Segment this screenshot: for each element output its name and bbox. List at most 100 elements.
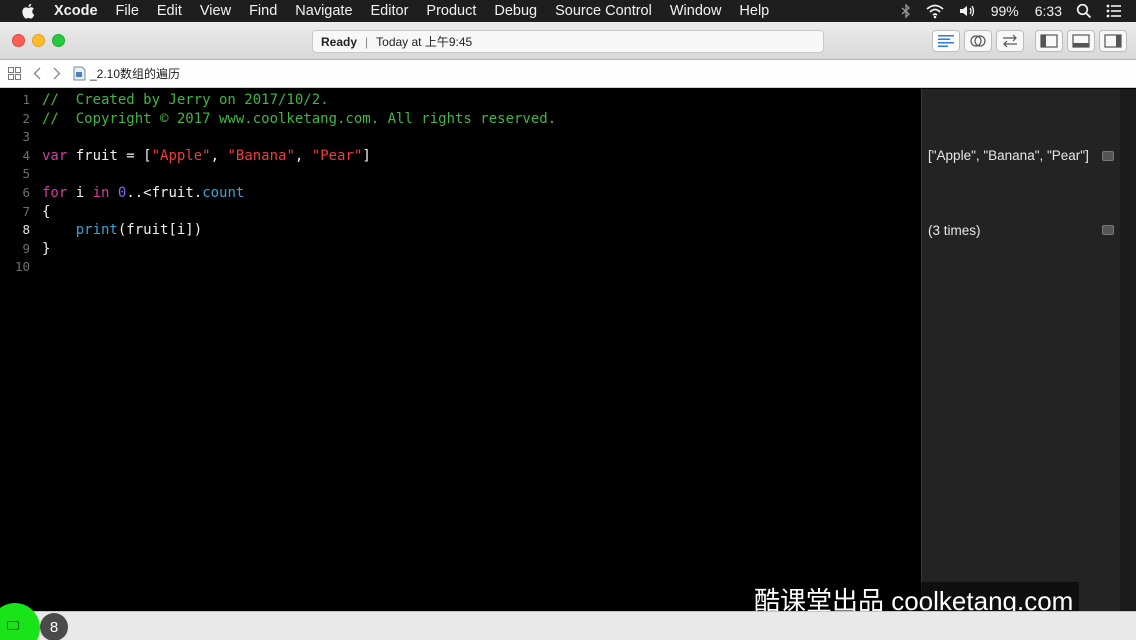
- version-editor-icon: [1003, 34, 1017, 48]
- menu-product[interactable]: Product: [426, 3, 476, 19]
- code-token: i: [67, 185, 93, 201]
- line-number: 8: [22, 222, 30, 238]
- utilities-panel-icon: [1104, 34, 1122, 48]
- code-line[interactable]: 4 var fruit = ["Apple", "Banana", "Pear"]: [0, 147, 920, 165]
- playground-results-sidebar: ["Apple", "Banana", "Pear"] (3 times): [921, 89, 1120, 611]
- code-token: for: [42, 185, 68, 201]
- code-text[interactable]: // Copyright © 2017 www.coolketang.com. …: [42, 110, 556, 128]
- code-line[interactable]: 9}: [0, 240, 920, 258]
- result-row: (3 times): [928, 221, 1120, 239]
- toggle-navigator-button[interactable]: [1035, 30, 1063, 52]
- menu-window[interactable]: Window: [670, 3, 722, 19]
- code-text[interactable]: for i in 0..<fruit.count: [42, 184, 244, 202]
- build-status: Ready: [321, 34, 358, 49]
- line-number: 7: [22, 203, 30, 219]
- menu-bar: Xcode File Edit View Find Navigate Edito…: [0, 0, 1136, 22]
- line-number: 10: [14, 259, 30, 275]
- result-value: (3 times): [928, 222, 981, 238]
- code-line[interactable]: 7{: [0, 203, 920, 221]
- line-number: 6: [22, 185, 30, 200]
- code-text[interactable]: }: [42, 240, 50, 258]
- line-number: 1: [22, 92, 30, 107]
- code-token: "Banana": [227, 147, 295, 164]
- close-window-button[interactable]: [12, 34, 25, 47]
- code-token: ]: [362, 147, 371, 164]
- code-text[interactable]: {: [42, 203, 50, 221]
- quick-look-result-button[interactable]: [1102, 225, 1114, 236]
- wifi-icon[interactable]: [925, 4, 945, 19]
- menu-find[interactable]: Find: [249, 3, 277, 19]
- zoom-window-button[interactable]: [52, 34, 65, 47]
- assistant-editor-button[interactable]: [964, 30, 992, 52]
- code-token: count: [202, 185, 245, 201]
- code-line[interactable]: 8 print(fruit[i]): [0, 221, 920, 239]
- source-editor[interactable]: 1 // Created by Jerry on 2017/10/2. 2 // Co…: [0, 89, 920, 611]
- forward-chevron-icon[interactable]: [53, 67, 61, 80]
- menu-source-control[interactable]: Source Control: [555, 3, 652, 19]
- jump-bar: _2.10数组的遍历: [0, 60, 1136, 88]
- code-token: // Created by Jerry on 2017/10/2.: [42, 92, 329, 108]
- quick-look-result-button[interactable]: [1102, 150, 1114, 161]
- result-value: ["Apple", "Banana", "Pear"]: [928, 148, 1089, 164]
- activity-timestamp: Today at 上午9:45: [376, 35, 473, 49]
- code-token: print: [75, 222, 118, 239]
- code-line[interactable]: 6 for i in 0..<fruit.count: [0, 184, 920, 202]
- menu-editor[interactable]: Editor: [371, 3, 409, 19]
- code-token: {: [42, 203, 51, 220]
- code-line[interactable]: 5: [0, 165, 920, 183]
- line-number: 9: [22, 240, 30, 256]
- menu-view[interactable]: View: [200, 3, 231, 19]
- assistant-editor-icon: [970, 35, 986, 47]
- clock[interactable]: 6:33: [1035, 3, 1062, 19]
- line-number: 4: [22, 147, 30, 163]
- jump-bar-filename[interactable]: _2.10数组的遍历: [90, 65, 180, 82]
- back-chevron-icon[interactable]: [33, 67, 41, 80]
- minimize-window-button[interactable]: [32, 34, 45, 47]
- version-editor-button[interactable]: [996, 30, 1024, 52]
- code-token: var: [42, 147, 68, 164]
- standard-editor-button[interactable]: [932, 30, 960, 52]
- code-token: in: [92, 185, 110, 201]
- menu-help[interactable]: Help: [739, 3, 769, 19]
- volume-icon[interactable]: [959, 4, 977, 18]
- code-token: ..<fruit.: [126, 185, 203, 201]
- toggle-debug-area-button[interactable]: [1067, 30, 1095, 52]
- menu-debug[interactable]: Debug: [494, 3, 537, 19]
- results-scroll-area[interactable]: [1120, 89, 1136, 611]
- debug-area-panel-icon: [1072, 34, 1090, 48]
- code-token: }: [42, 240, 51, 257]
- code-text[interactable]: var fruit = ["Apple", "Banana", "Pear"]: [42, 147, 371, 165]
- code-token: ,: [294, 147, 312, 164]
- code-line[interactable]: 10: [0, 258, 920, 276]
- menu-file[interactable]: File: [116, 3, 139, 19]
- playground-file-icon: [73, 66, 86, 81]
- bluetooth-icon[interactable]: [901, 3, 911, 19]
- navigator-panel-icon: [1040, 34, 1058, 48]
- menu-navigate[interactable]: Navigate: [295, 3, 352, 19]
- code-line[interactable]: 2 // Copyright © 2017 www.coolketang.com.…: [0, 110, 920, 128]
- code-token: // Copyright © 2017 www.coolketang.com. …: [42, 110, 557, 127]
- window-toolbar: Ready | Today at 上午9:45: [0, 22, 1136, 60]
- related-items-grid-icon[interactable]: [8, 67, 21, 80]
- code-line[interactable]: 3: [0, 128, 920, 146]
- toggle-utilities-button[interactable]: [1099, 30, 1127, 52]
- debug-bar: [0, 611, 1136, 640]
- code-text[interactable]: print(fruit[i]): [42, 221, 202, 239]
- menu-app-name[interactable]: Xcode: [54, 3, 98, 19]
- notification-center-icon[interactable]: [1106, 4, 1122, 18]
- menu-edit[interactable]: Edit: [157, 3, 182, 19]
- line-number: 3: [22, 129, 30, 145]
- code-text[interactable]: // Created by Jerry on 2017/10/2.: [42, 91, 329, 109]
- code-token: (fruit[i]): [117, 222, 203, 239]
- menu-extras: 99% 6:33: [901, 0, 1136, 22]
- line-number: 2: [22, 110, 30, 126]
- apple-icon[interactable]: [20, 2, 38, 20]
- battery-icon[interactable]: [1021, 4, 1029, 18]
- battery-percent[interactable]: 99%: [991, 3, 1019, 19]
- spotlight-search-icon[interactable]: [1076, 3, 1092, 19]
- line-number: 5: [22, 166, 30, 182]
- code-line[interactable]: 1 // Created by Jerry on 2017/10/2.: [0, 91, 920, 109]
- show-debug-area-icon[interactable]: [7, 621, 19, 630]
